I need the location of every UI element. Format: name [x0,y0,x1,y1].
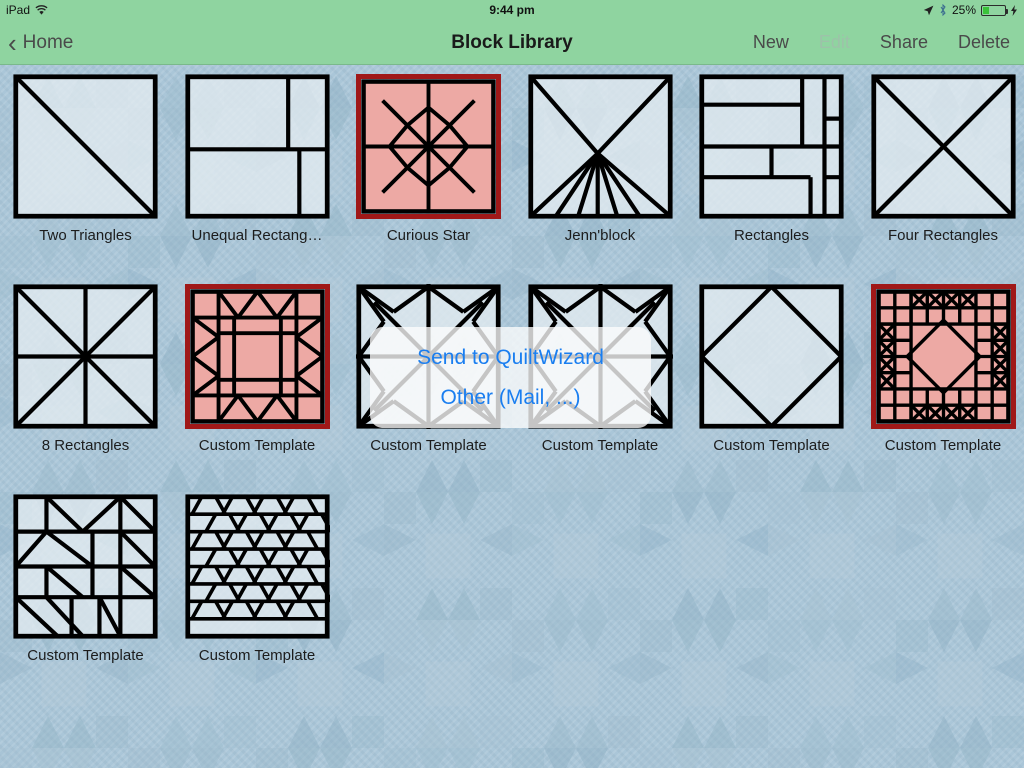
block-label: Custom Template [198,647,316,664]
nav-action-edit: Edit [818,32,850,52]
block-thumbnail-eight-rect[interactable] [13,284,158,429]
block-cell[interactable]: Curious Star [343,74,514,244]
status-bar-time: 9:44 pm [489,3,535,17]
block-cell[interactable]: 8 Rectangles [0,284,171,454]
block-cell[interactable]: Custom Template [172,494,343,664]
block-label: Rectangles [733,227,810,244]
block-cell[interactable]: Custom Template [0,494,171,664]
block-thumbnail-four-rect[interactable] [870,74,1016,219]
share-popup-item-quiltwizard[interactable]: Send to QuiltWizard [370,338,651,378]
block-label: Custom Template [370,437,487,454]
block-label: Unequal Rectang… [191,227,323,244]
block-cell[interactable]: Unequal Rectang… [172,74,343,244]
block-cell[interactable]: Custom Template [686,284,857,454]
block-thumbnail-feathered-star[interactable] [870,284,1016,429]
block-label: Two Triangles [39,227,132,244]
block-thumbnail-woven-strips[interactable] [184,494,330,639]
nav-action-delete[interactable]: Delete [958,32,1010,53]
block-thumbnail-tangram[interactable] [13,494,158,639]
nav-actions: New Edit Share Delete [753,20,1010,65]
nav-action-share[interactable]: Share [880,32,928,53]
block-thumbnail-jenn-block[interactable] [527,74,673,219]
location-arrow-icon [923,5,934,15]
block-label: Custom Template [884,437,1002,454]
block-label: Custom Template [713,437,830,454]
block-label: Four Rectangles [887,227,999,244]
block-cell[interactable]: Custom Template [172,284,343,454]
block-label: Jenn'block [564,227,636,244]
share-popup: Send to QuiltWizard Other (Mail, ...) [370,327,651,428]
navigation-bar: ‹ Home Block Library New Edit Share Delete [0,20,1024,65]
charging-bolt-icon [1011,4,1017,16]
block-label: Custom Template [27,647,144,664]
bluetooth-icon [940,4,946,16]
block-cell[interactable]: Four Rectangles [858,74,1024,244]
nav-action-new[interactable]: New [753,32,789,53]
block-cell[interactable]: Custom Template [858,284,1024,454]
battery-percent: 25% [951,3,976,17]
status-bar-right: 25% [923,3,1017,17]
block-label: Custom Template [541,437,659,454]
status-bar: iPad 9:44 pm 25% [0,0,1024,20]
block-cell[interactable]: Rectangles [686,74,857,244]
battery-icon [981,4,1008,16]
block-thumbnail-two-triangles[interactable] [13,74,158,219]
block-thumbnail-diamond-square[interactable] [699,284,844,429]
block-thumbnail-rectangles[interactable] [699,74,844,219]
block-thumbnail-sawtooth-star[interactable] [184,284,330,429]
share-popup-item-other[interactable]: Other (Mail, ...) [370,378,651,418]
block-label: 8 Rectangles [41,437,130,454]
block-label: Curious Star [386,227,471,244]
block-thumbnail-unequal-rect[interactable] [184,74,330,219]
block-thumbnail-curious-star[interactable] [356,74,501,219]
block-cell[interactable]: Two Triangles [0,74,171,244]
block-cell[interactable]: Jenn'block [515,74,686,244]
block-label: Custom Template [198,437,316,454]
